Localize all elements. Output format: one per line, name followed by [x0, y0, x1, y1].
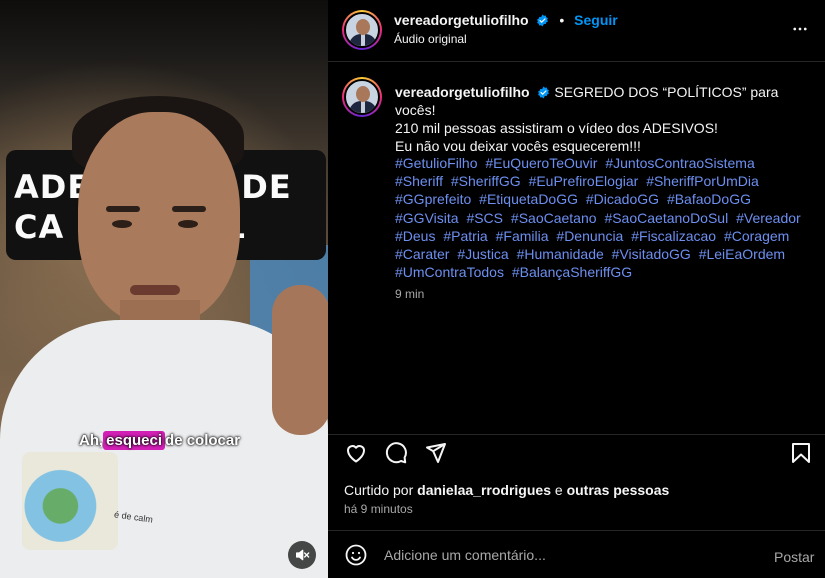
- header-user-line: vereadorgetuliofilho • Seguir: [394, 12, 618, 28]
- hashtag-list: #GetulioFilho #EuQueroTeOuvir #JuntosCon…: [395, 154, 805, 281]
- more-horizontal-icon: [793, 27, 807, 31]
- video-subtitle-before: Ah,: [79, 432, 104, 449]
- audio-link[interactable]: Áudio original: [394, 32, 467, 46]
- hashtag-link[interactable]: #Coragem: [724, 228, 789, 244]
- likes-prefix: Curtido por: [344, 482, 414, 498]
- hashtag-link[interactable]: #EuPrefiroElogiar: [529, 173, 639, 189]
- emoji-icon: [345, 544, 367, 566]
- hashtag-link[interactable]: #Sheriff: [395, 173, 443, 189]
- hashtag-link[interactable]: #GetulioFilho: [395, 155, 478, 171]
- video-person-hand: [272, 285, 328, 435]
- hashtag-link[interactable]: #BalançaSheriffGG: [512, 264, 632, 280]
- like-button[interactable]: [344, 441, 370, 467]
- hashtag-link[interactable]: #JuntosContraoSistema: [605, 155, 754, 171]
- reel-video[interactable]: ADE ÃO DE CA CIAL é de calm Ah,esquecide…: [0, 0, 328, 578]
- bookmark-icon: [792, 443, 810, 463]
- shirt-print: [22, 452, 118, 550]
- hashtag-link[interactable]: #VisitadoGG: [612, 246, 691, 262]
- post-header: vereadorgetuliofilho • Seguir Áudio orig…: [328, 0, 825, 62]
- heart-icon: [347, 445, 365, 463]
- caption-text-line-3: Eu não vou deixar vocês esquecerem!!!: [395, 138, 641, 154]
- post-comment-button[interactable]: Postar: [774, 549, 814, 565]
- hashtag-link[interactable]: #Fiscalizacao: [631, 228, 716, 244]
- share-icon: [426, 443, 446, 463]
- likes-others-link[interactable]: outras pessoas: [567, 482, 670, 498]
- hashtag-link[interactable]: #Denuncia: [556, 228, 623, 244]
- hashtag-link[interactable]: #Familia: [496, 228, 549, 244]
- liked-by-user[interactable]: danielaa_rrodrigues: [417, 482, 551, 498]
- hashtag-link[interactable]: #Humanidade: [517, 246, 604, 262]
- hashtag-link[interactable]: #GGVisita: [395, 210, 459, 226]
- more-options-button[interactable]: [791, 20, 809, 43]
- share-button[interactable]: [424, 441, 450, 467]
- hashtag-link[interactable]: #SaoCaetanoDoSul: [604, 210, 728, 226]
- post-timestamp: há 9 minutos: [344, 502, 413, 516]
- video-person-eye: [112, 220, 132, 228]
- hashtag-link[interactable]: #EtiquetaDoGG: [479, 191, 578, 207]
- comment-button[interactable]: [384, 441, 410, 467]
- caption-text-line-2: 210 mil pessoas assistiram o vídeo dos A…: [395, 120, 718, 136]
- verified-badge-icon: [537, 14, 549, 27]
- action-bar: [328, 434, 825, 470]
- hashtag-link[interactable]: #GGprefeito: [395, 191, 471, 207]
- separator-dot: •: [559, 12, 565, 28]
- video-person-brow: [172, 206, 206, 212]
- video-person-brow: [106, 206, 140, 212]
- video-person-eye: [178, 220, 198, 228]
- hashtag-link[interactable]: #Vereador: [736, 210, 801, 226]
- video-subtitle-highlight: esqueci: [103, 431, 166, 450]
- hashtag-link[interactable]: #Carater: [395, 246, 449, 262]
- comment-bar: Postar: [328, 530, 825, 578]
- comment-icon: [385, 442, 407, 464]
- avatar[interactable]: [342, 10, 382, 50]
- comment-input[interactable]: [384, 545, 744, 565]
- post-panel: vereadorgetuliofilho • Seguir Áudio orig…: [328, 0, 825, 578]
- avatar-image: [344, 12, 380, 48]
- caption-first-line: vereadorgetuliofilho SEGREDO DOS “POLÍTI…: [395, 83, 805, 119]
- hashtag-link[interactable]: #SCS: [466, 210, 503, 226]
- post-caption: vereadorgetuliofilho SEGREDO DOS “POLÍTI…: [395, 83, 805, 155]
- video-person-mouth: [130, 285, 180, 295]
- likes-middle: e: [554, 482, 563, 498]
- verified-badge-icon: [538, 86, 550, 99]
- avatar-image: [344, 79, 380, 115]
- caption-avatar[interactable]: [342, 77, 382, 117]
- video-subtitle-after: de colocar: [165, 432, 241, 449]
- hashtag-link[interactable]: #UmContraTodos: [395, 264, 504, 280]
- follow-button[interactable]: Seguir: [574, 12, 618, 28]
- hashtag-link[interactable]: #SheriffPorUmDia: [646, 173, 759, 189]
- hashtag-link[interactable]: #BafaoDoGG: [667, 191, 751, 207]
- hashtag-link[interactable]: #Patria: [443, 228, 487, 244]
- hashtag-link[interactable]: #Deus: [395, 228, 435, 244]
- hashtag-link[interactable]: #SaoCaetano: [511, 210, 597, 226]
- hashtag-link[interactable]: #DicadoGG: [586, 191, 659, 207]
- caption-username[interactable]: vereadorgetuliofilho: [395, 84, 530, 100]
- emoji-button[interactable]: [344, 543, 368, 572]
- mute-button[interactable]: [288, 541, 316, 569]
- hashtag-link[interactable]: #Justica: [457, 246, 508, 262]
- likes-summary: Curtido por danielaa_rrodrigues e outras…: [344, 482, 669, 498]
- video-subtitle: Ah, esqueci de colocar: [79, 431, 241, 450]
- header-username[interactable]: vereadorgetuliofilho: [394, 12, 529, 28]
- post-time: 9 min: [395, 287, 425, 301]
- muted-speaker-icon: [296, 549, 310, 561]
- hashtag-link[interactable]: #SheriffGG: [451, 173, 521, 189]
- hashtag-link[interactable]: #EuQueroTeOuvir: [485, 155, 597, 171]
- hashtag-link[interactable]: #LeiEaOrdem: [699, 246, 785, 262]
- save-button[interactable]: [789, 441, 815, 467]
